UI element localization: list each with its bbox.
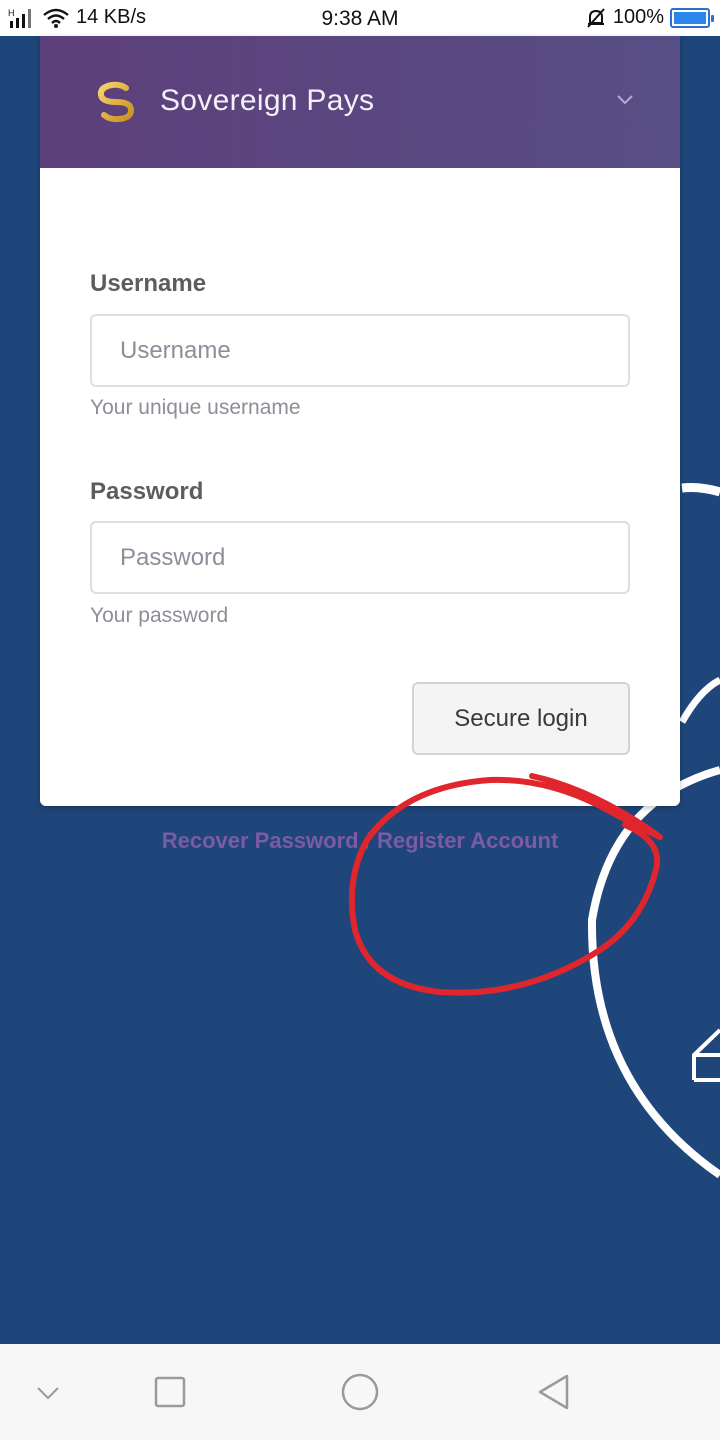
login-card: Sovereign Pays Username Your unique user… xyxy=(40,36,680,806)
battery-percent: 100% xyxy=(612,6,664,28)
status-bar: H 14 KB/s 9:38 AM 100% xyxy=(0,0,720,36)
secure-login-button[interactable]: Secure login xyxy=(412,682,630,755)
battery-fill xyxy=(674,11,706,24)
red-circle-annotation xyxy=(348,773,663,996)
sovereign-pays-logo-icon xyxy=(97,80,135,124)
username-help: Your unique username xyxy=(90,396,301,419)
chevron-down-icon[interactable] xyxy=(616,92,634,106)
password-label: Password xyxy=(90,478,204,505)
recover-password-link[interactable]: Recover Password xyxy=(162,828,359,853)
username-input[interactable] xyxy=(90,314,630,387)
password-help: Your password xyxy=(90,604,229,627)
battery-icon xyxy=(670,7,714,28)
status-right: 100% xyxy=(585,6,714,29)
home-icon[interactable] xyxy=(340,1372,380,1412)
bell-off-icon xyxy=(587,7,605,28)
recent-apps-icon[interactable] xyxy=(150,1372,190,1412)
system-nav-bar xyxy=(0,1344,720,1440)
card-header: Sovereign Pays xyxy=(40,36,680,168)
back-icon[interactable] xyxy=(534,1372,574,1412)
username-label: Username xyxy=(90,270,207,297)
chevron-down-icon[interactable] xyxy=(28,1372,68,1412)
password-input[interactable] xyxy=(90,521,630,594)
brand-name: Sovereign Pays xyxy=(160,84,375,117)
